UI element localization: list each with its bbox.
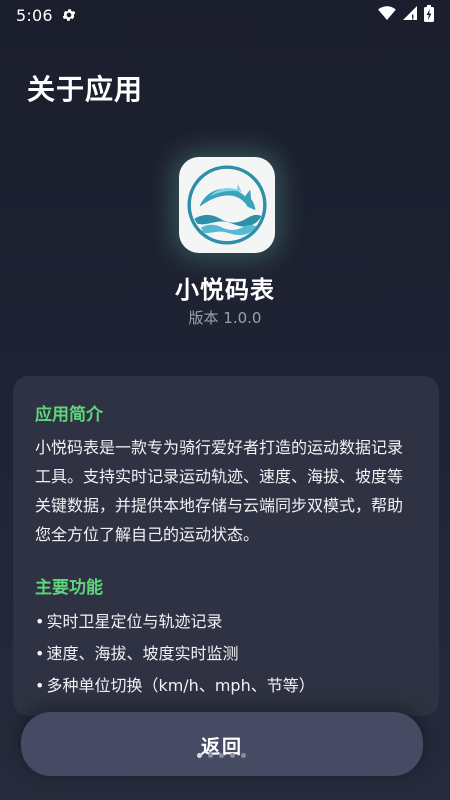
app-version: 版本 1.0.0 — [188, 309, 262, 327]
feature-item: • 实时卫星定位与轨迹记录 — [35, 606, 417, 638]
bullet: • — [35, 644, 45, 663]
dolphin-logo-icon — [179, 157, 275, 253]
feature-list: • 实时卫星定位与轨迹记录 • 速度、海拔、坡度实时监测 • 多种单位切换（km/h、… — [35, 606, 417, 702]
page-dot — [208, 753, 213, 758]
app-info-card: 应用简介 小悦码表是一款专为骑行爱好者打造的运动数据记录工具。支持实时记录运动轨… — [13, 376, 439, 716]
feature-item: • 速度、海拔、坡度实时监测 — [35, 638, 417, 670]
app-name: 小悦码表 — [175, 276, 275, 304]
status-indicators — [378, 4, 434, 26]
intro-section-title: 应用简介 — [35, 405, 103, 425]
feature-item-label: 实时卫星定位与轨迹记录 — [46, 612, 223, 631]
bullet: • — [35, 676, 45, 695]
status-time: 5:06 — [16, 5, 53, 25]
page-title: 关于应用 — [27, 73, 144, 106]
page-dot-active — [197, 753, 202, 758]
intro-section-body: 小悦码表是一款专为骑行爱好者打造的运动数据记录工具。支持实时记录运动轨迹、速度、… — [35, 438, 404, 544]
features-section-title: 主要功能 — [35, 578, 103, 598]
page-dot — [230, 753, 235, 758]
battery-charging-icon — [424, 4, 434, 26]
back-button[interactable]: 返回 — [21, 712, 423, 776]
bullet: • — [35, 612, 45, 631]
page-dot — [241, 753, 246, 758]
feature-item-label: 速度、海拔、坡度实时监测 — [46, 644, 239, 663]
settings-icon — [61, 7, 77, 23]
status-bar: 5:06 — [0, 0, 450, 30]
feature-item: • 多种单位切换（km/h、mph、节等） — [35, 670, 417, 702]
page-indicator — [197, 753, 246, 758]
page-dot — [219, 753, 224, 758]
feature-item-label: 多种单位切换（km/h、mph、节等） — [46, 676, 315, 695]
wifi-icon — [378, 5, 396, 25]
cellular-signal-icon — [402, 5, 418, 25]
